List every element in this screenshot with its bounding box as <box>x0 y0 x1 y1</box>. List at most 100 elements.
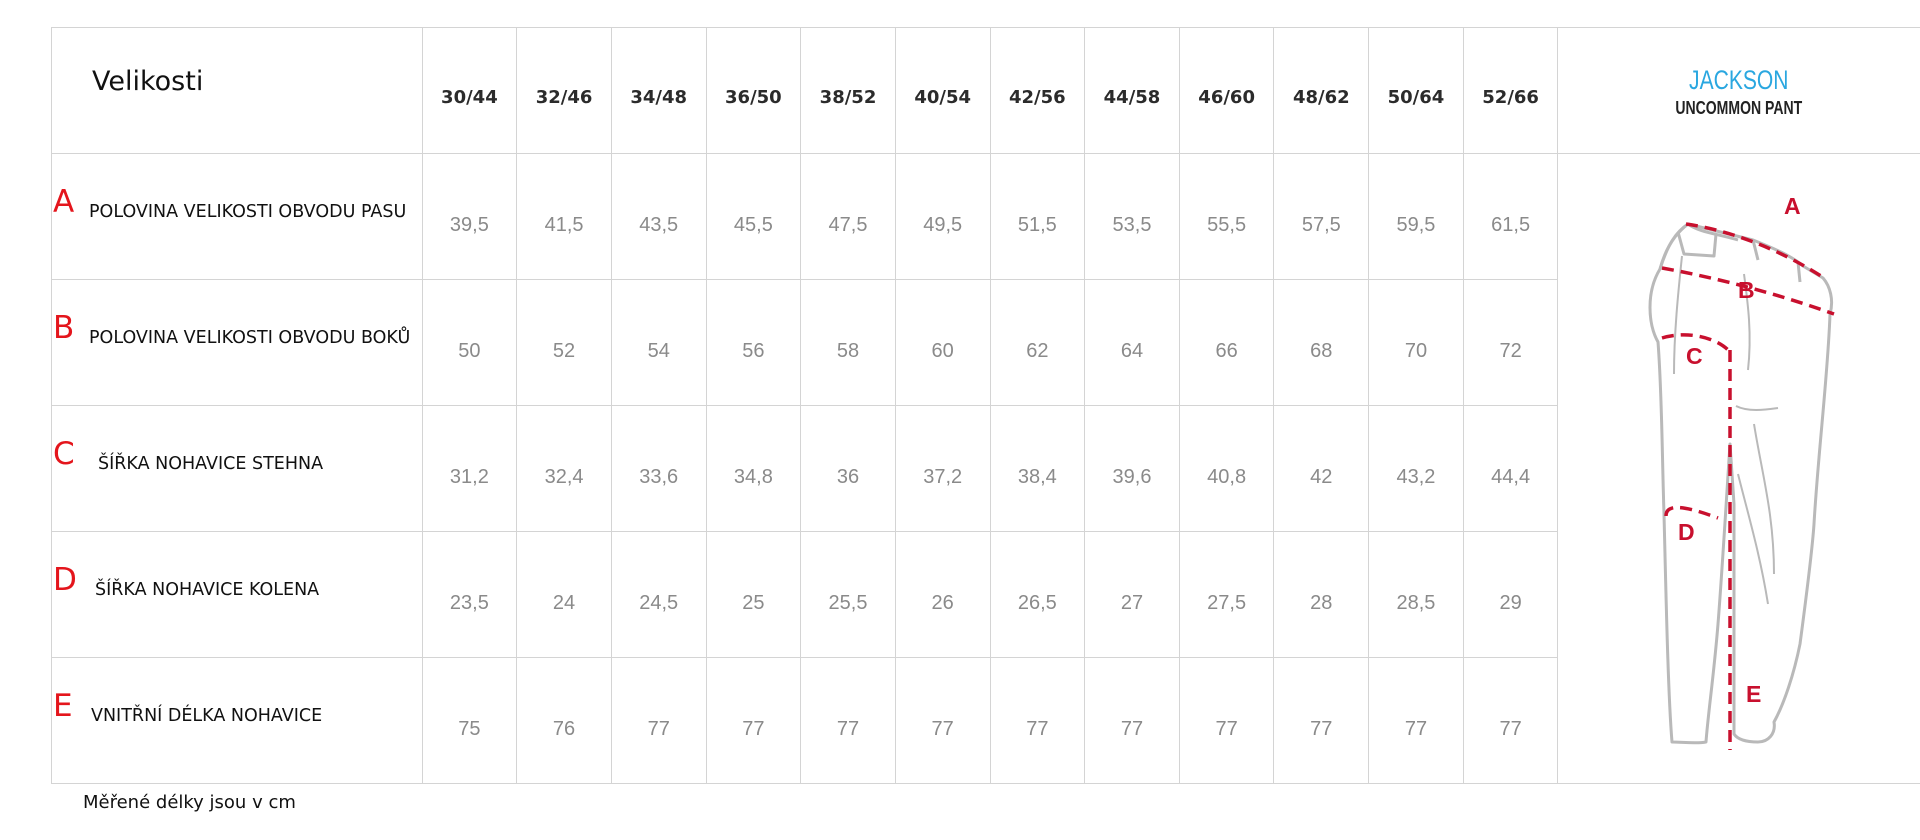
value-cell: 26,5 <box>989 531 1086 658</box>
row-label-cell: E VNITŘNÍ DÉLKA NOHAVICE <box>51 657 423 784</box>
row-label-cell: B POLOVINA VELIKOSTI OBVODU BOKŮ <box>51 279 423 406</box>
value-cell: 57,5 <box>1273 153 1370 280</box>
row-label-cell: C ŠÍŘKA NOHAVICE STEHNA <box>51 405 423 532</box>
value-cell: 38,4 <box>989 405 1086 532</box>
value-cell: 39,5 <box>421 153 518 280</box>
value-cell: 24,5 <box>610 531 707 658</box>
measurement-row: A POLOVINA VELIKOSTI OBVODU PASU 39,5 41… <box>51 153 1920 784</box>
row-label: POLOVINA VELIKOSTI OBVODU BOKŮ <box>89 328 411 348</box>
value-cell: 32,4 <box>516 405 612 532</box>
value-cell: 43,2 <box>1368 405 1464 532</box>
value-cell: 42 <box>1273 405 1370 532</box>
value-cell: 77 <box>1178 657 1275 784</box>
value-cell: 49,5 <box>894 153 991 280</box>
value-cell: 39,6 <box>1084 405 1180 532</box>
value-cell: 28,5 <box>1368 531 1464 658</box>
value-cell: 70 <box>1368 279 1464 406</box>
row-letter: E <box>53 688 73 724</box>
value-cell: 33,6 <box>610 405 707 532</box>
row-label: VNITŘNÍ DÉLKA NOHAVICE <box>91 706 323 726</box>
size-header: 34/48 <box>610 27 707 154</box>
value-cell: 40,8 <box>1178 405 1275 532</box>
row-letter: B <box>53 310 75 346</box>
value-cell: 66 <box>1178 279 1275 406</box>
size-header: 40/54 <box>894 27 991 154</box>
value-cell: 77 <box>1368 657 1464 784</box>
value-cell: 50 <box>421 279 518 406</box>
value-cell: 41,5 <box>516 153 612 280</box>
value-cell: 72 <box>1462 279 1559 406</box>
value-cell: 27,5 <box>1178 531 1275 658</box>
value-cell: 37,2 <box>894 405 991 532</box>
row-letter: D <box>53 562 77 598</box>
value-cell: 64 <box>1084 279 1180 406</box>
value-cell: 54 <box>610 279 707 406</box>
size-header: 38/52 <box>800 27 896 154</box>
table-title: Velikosti <box>92 66 204 97</box>
value-cell: 34,8 <box>705 405 802 532</box>
value-cell: 76 <box>516 657 612 784</box>
marker-e: E <box>1746 681 1761 707</box>
value-cell: 55,5 <box>1178 153 1275 280</box>
measure-line-d <box>1664 505 1720 520</box>
row-label-cell: A POLOVINA VELIKOSTI OBVODU PASU <box>51 153 423 280</box>
size-header: 36/50 <box>705 27 802 154</box>
value-cell: 52 <box>516 279 612 406</box>
value-cell: 25 <box>705 531 802 658</box>
marker-b: B <box>1738 277 1755 303</box>
value-cell: 29 <box>1462 531 1559 658</box>
value-cell: 51,5 <box>989 153 1086 280</box>
value-cell: 77 <box>1273 657 1370 784</box>
value-cell: 43,5 <box>610 153 707 280</box>
row-label: ŠÍŘKA NOHAVICE STEHNA <box>98 454 324 474</box>
size-header: 48/62 <box>1273 27 1370 154</box>
value-cell: 75 <box>421 657 518 784</box>
footnote: Měřené délky jsou v cm <box>83 792 296 813</box>
value-cell: 47,5 <box>800 153 896 280</box>
row-label: POLOVINA VELIKOSTI OBVODU PASU <box>89 202 407 222</box>
row-label-cell: D ŠÍŘKA NOHAVICE KOLENA <box>51 531 423 658</box>
header-row: Velikosti 30/44 32/46 34/48 36/50 38/52 … <box>51 27 1920 154</box>
size-header: 44/58 <box>1084 27 1180 154</box>
size-chart-table: Velikosti 30/44 32/46 34/48 36/50 38/52 … <box>51 27 1920 784</box>
value-cell: 45,5 <box>705 153 802 280</box>
value-cell: 61,5 <box>1462 153 1559 280</box>
value-cell: 77 <box>894 657 991 784</box>
row-letter: C <box>53 436 75 472</box>
value-cell: 77 <box>800 657 896 784</box>
value-cell: 27 <box>1084 531 1180 658</box>
brand-name: JACKSON <box>1689 64 1789 95</box>
size-header: 30/44 <box>421 27 518 154</box>
row-letter: A <box>53 184 75 220</box>
brand-subtitle: UNCOMMON PANT <box>1675 97 1803 118</box>
marker-a: A <box>1784 193 1801 219</box>
size-header: 32/46 <box>516 27 612 154</box>
size-header: 50/64 <box>1368 27 1464 154</box>
value-cell: 58 <box>800 279 896 406</box>
value-cell: 62 <box>989 279 1086 406</box>
value-cell: 77 <box>1084 657 1180 784</box>
value-cell: 68 <box>1273 279 1370 406</box>
value-cell: 56 <box>705 279 802 406</box>
value-cell: 60 <box>894 279 991 406</box>
value-cell: 53,5 <box>1084 153 1180 280</box>
marker-c: C <box>1686 343 1703 369</box>
row-label: ŠÍŘKA NOHAVICE KOLENA <box>95 580 320 600</box>
value-cell: 28 <box>1273 531 1370 658</box>
value-cell: 77 <box>705 657 802 784</box>
value-cell: 23,5 <box>421 531 518 658</box>
value-cell: 77 <box>989 657 1086 784</box>
size-header: 46/60 <box>1178 27 1275 154</box>
brand-cell: JACKSON UNCOMMON PANT <box>1557 27 1920 154</box>
size-header: 42/56 <box>989 27 1086 154</box>
value-cell: 44,4 <box>1462 405 1559 532</box>
diagram-cell: A B C D E <box>1557 153 1920 784</box>
title-cell: Velikosti <box>51 27 423 154</box>
value-cell: 31,2 <box>421 405 518 532</box>
value-cell: 26 <box>894 531 991 658</box>
value-cell: 77 <box>1462 657 1559 784</box>
value-cell: 59,5 <box>1368 153 1464 280</box>
value-cell: 24 <box>516 531 612 658</box>
size-header: 52/66 <box>1462 27 1559 154</box>
value-cell: 25,5 <box>800 531 896 658</box>
